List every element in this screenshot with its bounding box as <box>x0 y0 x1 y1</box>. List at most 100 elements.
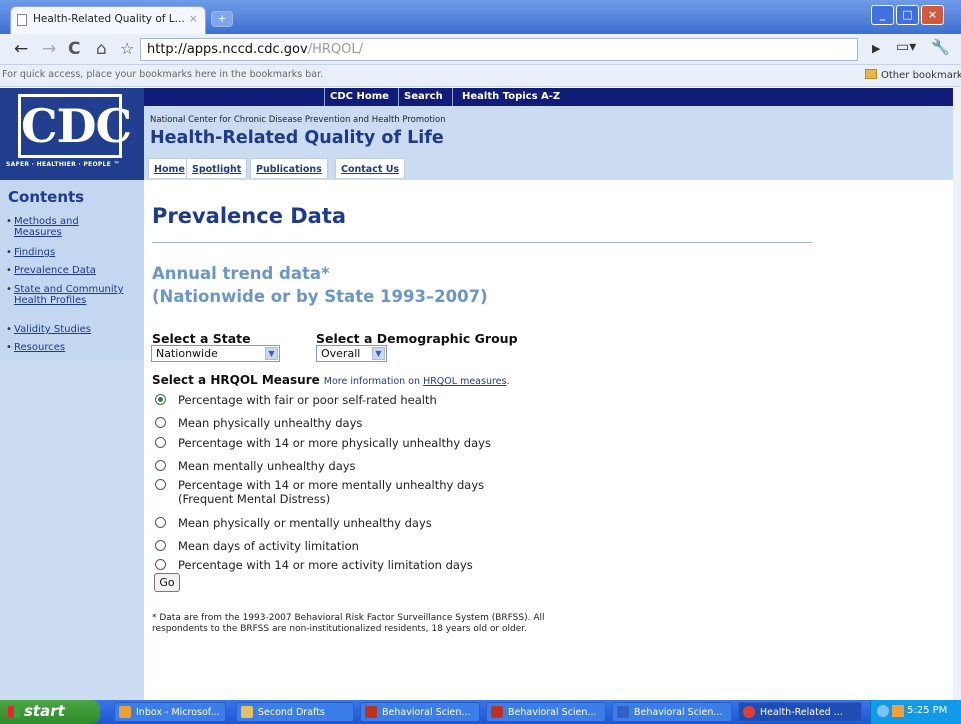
page-scrollbar[interactable] <box>953 88 961 700</box>
data-footnote: * Data are from the 1993-2007 Behavioral… <box>152 613 545 634</box>
radio-button[interactable] <box>155 517 166 528</box>
tray-app-icon[interactable] <box>892 705 904 717</box>
measure-option[interactable]: Mean physically or mentally unhealthy da… <box>155 516 432 530</box>
subnav-contact-us[interactable]: Contact Us <box>335 158 406 178</box>
radio-button[interactable] <box>155 417 166 428</box>
go-button[interactable]: Go <box>154 573 180 592</box>
measure-label: Select a HRQOL Measure More information o… <box>152 373 510 387</box>
measure-option[interactable]: Mean mentally unhealthy days <box>155 459 356 473</box>
measure-option[interactable]: Mean days of activity limitation <box>155 539 359 553</box>
radio-button[interactable] <box>155 460 166 471</box>
subnav-home[interactable]: Home <box>148 158 191 178</box>
url-path: /HRQOL/ <box>307 42 363 57</box>
network-icon[interactable] <box>877 705 889 717</box>
other-bookmarks-label: Other bookmarks <box>881 70 961 81</box>
chevron-down-icon: ▼ <box>265 347 278 360</box>
reload-icon[interactable]: C <box>68 40 80 58</box>
measure-label-text: Select a HRQOL Measure <box>152 373 320 387</box>
measure-option[interactable]: Mean physically unhealthy days <box>155 416 362 430</box>
wrench-icon[interactable]: 🔧 <box>931 38 950 56</box>
subnav-spotlight[interactable]: Spotlight <box>186 158 248 178</box>
taskbar-item[interactable]: Behavioral Scien... <box>612 702 732 722</box>
back-arrow-icon[interactable]: ← <box>14 40 28 58</box>
word-icon <box>617 706 629 718</box>
measure-option[interactable]: Percentage with fair or poor self-rated … <box>155 393 437 407</box>
bookmarks-bar: For quick access, place your bookmarks h… <box>0 65 961 87</box>
hrqol-measures-link[interactable]: HRQOL measures <box>423 376 506 387</box>
radio-button[interactable] <box>155 540 166 551</box>
folder-icon <box>865 69 877 79</box>
sidebar-item-validity[interactable]: • Validity Studies <box>6 324 91 335</box>
forward-arrow-icon[interactable]: → <box>42 40 56 58</box>
powerpoint-icon <box>365 706 377 718</box>
page-title: Prevalence Data <box>152 204 347 228</box>
other-bookmarks-button[interactable]: Other bookmarks <box>865 69 961 81</box>
maximize-icon[interactable]: □ <box>896 5 919 25</box>
section-subheading: (Nationwide or by State 1993–2007) <box>152 287 488 306</box>
top-link-cdc-home[interactable]: CDC Home <box>330 91 389 102</box>
nav-divider <box>452 88 453 106</box>
taskbar-item[interactable]: Inbox - Microsof... <box>114 702 226 722</box>
radio-button[interactable] <box>155 437 166 448</box>
bookmarks-hint: For quick access, place your bookmarks h… <box>2 69 324 80</box>
outlook-icon <box>119 706 131 718</box>
tab-title: Health-Related Quality of L... <box>33 13 185 25</box>
bookmark-star-icon[interactable]: ☆ <box>120 39 134 58</box>
main-content: Prevalence Data Annual trend data* (Nati… <box>144 180 953 700</box>
sidebar-item-prevalence[interactable]: • Prevalence Data <box>6 265 96 276</box>
top-nav-bar: CDC Home Search Health Topics A-Z <box>144 88 961 106</box>
taskbar-item[interactable]: Behavioral Scien... <box>486 702 606 722</box>
address-bar[interactable]: http://apps.nccd.cdc.gov/HRQOL/ <box>140 38 858 61</box>
play-icon[interactable]: ▶ <box>872 42 880 55</box>
state-select[interactable]: Nationwide ▼ <box>151 345 280 362</box>
close-icon[interactable]: × <box>921 5 944 25</box>
chevron-down-icon: ▼ <box>372 347 385 360</box>
page-menu-icon[interactable]: ▭▾ <box>896 39 916 55</box>
start-button[interactable]: start <box>0 700 100 724</box>
nav-divider <box>324 88 325 106</box>
taskbar-item[interactable]: Behavioral Scien... <box>360 702 480 722</box>
home-icon[interactable]: ⌂ <box>96 40 107 58</box>
minimize-icon[interactable]: _ <box>871 5 894 25</box>
measure-option[interactable]: Percentage with 14 or more mentally unhe… <box>155 478 484 506</box>
powerpoint-icon <box>491 706 503 718</box>
radio-button[interactable] <box>155 479 166 490</box>
measure-option[interactable]: Percentage with 14 or more activity limi… <box>155 558 473 572</box>
demographic-select-label: Select a Demographic Group <box>316 331 518 346</box>
demographic-select[interactable]: Overall ▼ <box>316 345 387 362</box>
system-tray: 5:25 PM <box>870 700 961 724</box>
cdc-logo-area[interactable]: CDC SAFER · HEALTHIER · PEOPLE ™ <box>0 88 144 180</box>
new-tab-button[interactable]: + <box>211 11 233 27</box>
url-host: http://apps.nccd.cdc.gov <box>147 42 308 57</box>
cdc-tagline: SAFER · HEALTHIER · PEOPLE ™ <box>6 161 120 168</box>
browser-tab[interactable]: Health-Related Quality of L... × <box>10 6 206 34</box>
radio-button-selected[interactable] <box>155 394 166 405</box>
demographic-select-value: Overall <box>321 347 361 360</box>
title-divider <box>152 242 812 243</box>
page-icon <box>17 14 27 26</box>
top-link-health-topics[interactable]: Health Topics A-Z <box>462 91 560 102</box>
measure-option[interactable]: Percentage with 14 or more physically un… <box>155 436 491 450</box>
taskbar-item[interactable]: Second Drafts <box>236 702 354 722</box>
top-link-search[interactable]: Search <box>404 91 443 102</box>
windows-taskbar: start Inbox - Microsof... Second Drafts … <box>0 700 961 724</box>
center-name: National Center for Chronic Disease Prev… <box>150 115 446 125</box>
sidebar-item-findings[interactable]: • Findings <box>6 247 55 258</box>
sidebar-item-methods[interactable]: • Methods and Measures <box>6 216 88 238</box>
browser-titlebar: Health-Related Quality of L... × + _ □ × <box>0 0 961 34</box>
windows-logo-icon <box>8 706 20 718</box>
clock: 5:25 PM <box>907 705 948 716</box>
page-viewport: CDC SAFER · HEALTHIER · PEOPLE ™ CDC Hom… <box>0 88 961 700</box>
browser-toolbar: ← → C ⌂ ☆ http://apps.nccd.cdc.gov/HRQOL… <box>0 34 961 65</box>
chrome-icon <box>743 706 755 718</box>
site-title[interactable]: Health-Related Quality of Life <box>150 128 444 148</box>
radio-button[interactable] <box>155 559 166 570</box>
nav-divider <box>398 88 399 106</box>
site-header: National Center for Chronic Disease Prev… <box>144 106 961 180</box>
section-heading: Annual trend data* <box>152 264 330 283</box>
sidebar-item-resources[interactable]: • Resources <box>6 342 65 353</box>
tab-close-icon[interactable]: × <box>189 12 198 25</box>
sidebar-item-state-community[interactable]: • State and Community Health Profiles <box>6 284 138 306</box>
taskbar-item-active[interactable]: Health-Related ... <box>738 702 862 722</box>
subnav-publications[interactable]: Publications <box>250 158 328 178</box>
